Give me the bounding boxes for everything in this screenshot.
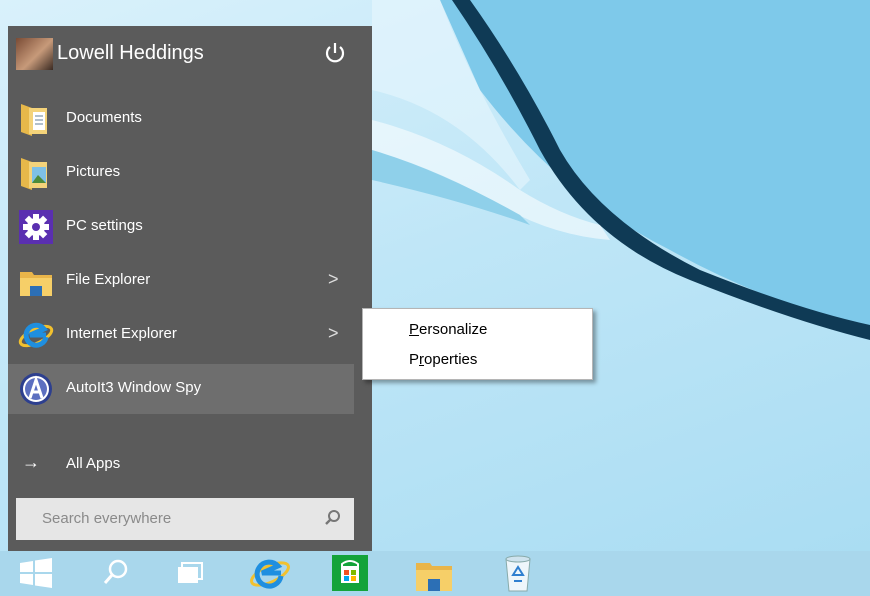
context-menu-properties[interactable]: Properties bbox=[409, 351, 477, 368]
task-view-icon[interactable] bbox=[168, 553, 212, 593]
start-item-label: PC settings bbox=[66, 217, 143, 234]
start-item-label: Pictures bbox=[66, 163, 121, 180]
internet-explorer-icon bbox=[18, 316, 54, 354]
start-item-label: Internet Explorer bbox=[66, 325, 177, 342]
start-menu: Lowell Heddings Documents Pictures PC se… bbox=[8, 26, 372, 551]
recycle-bin-icon[interactable] bbox=[496, 553, 540, 593]
internet-explorer-icon[interactable] bbox=[248, 553, 292, 593]
power-icon[interactable] bbox=[322, 40, 348, 66]
user-account[interactable]: Lowell Heddings bbox=[8, 26, 372, 82]
all-apps-label: All Apps bbox=[66, 455, 121, 472]
documents-folder-icon bbox=[18, 100, 54, 138]
chevron-right-icon[interactable]: > bbox=[328, 323, 339, 344]
context-menu: Personalize Properties bbox=[362, 308, 593, 380]
taskbar bbox=[0, 551, 870, 596]
search-icon[interactable] bbox=[323, 508, 343, 528]
arrow-right-icon: → bbox=[22, 452, 40, 472]
gear-icon bbox=[18, 208, 54, 246]
start-item-pc-settings[interactable]: PC settings bbox=[8, 202, 354, 252]
menu-mnemonic: P bbox=[409, 321, 420, 338]
user-name: Lowell Heddings bbox=[57, 42, 204, 64]
start-item-internet-explorer[interactable]: Internet Explorer > bbox=[8, 310, 354, 360]
pictures-folder-icon bbox=[18, 154, 54, 192]
menu-item-label: operties bbox=[424, 351, 478, 368]
avatar bbox=[16, 38, 53, 70]
search-input[interactable]: Search everywhere bbox=[16, 498, 354, 540]
store-icon[interactable] bbox=[328, 553, 372, 593]
start-item-label: File Explorer bbox=[66, 271, 151, 288]
search-placeholder: Search everywhere bbox=[42, 510, 172, 527]
start-item-file-explorer[interactable]: File Explorer > bbox=[8, 256, 354, 306]
start-item-documents[interactable]: Documents bbox=[8, 94, 354, 144]
file-explorer-icon bbox=[18, 262, 54, 300]
context-menu-personalize[interactable]: Personalize bbox=[409, 321, 487, 338]
start-item-pictures[interactable]: Pictures bbox=[8, 148, 354, 198]
file-explorer-icon[interactable] bbox=[412, 553, 456, 593]
start-item-label: Documents bbox=[66, 109, 142, 126]
menu-item-prefix: P bbox=[409, 351, 420, 368]
windows-start-icon[interactable] bbox=[14, 553, 58, 593]
menu-item-label: ersonalize bbox=[419, 321, 488, 338]
start-item-label: AutoIt3 Window Spy bbox=[66, 379, 202, 396]
start-item-autoit3-window-spy[interactable]: AutoIt3 Window Spy bbox=[8, 364, 354, 414]
chevron-right-icon[interactable]: > bbox=[328, 269, 339, 290]
autoit-icon bbox=[18, 370, 54, 408]
search-icon[interactable] bbox=[94, 553, 138, 593]
all-apps-button[interactable]: → All Apps bbox=[8, 446, 354, 482]
